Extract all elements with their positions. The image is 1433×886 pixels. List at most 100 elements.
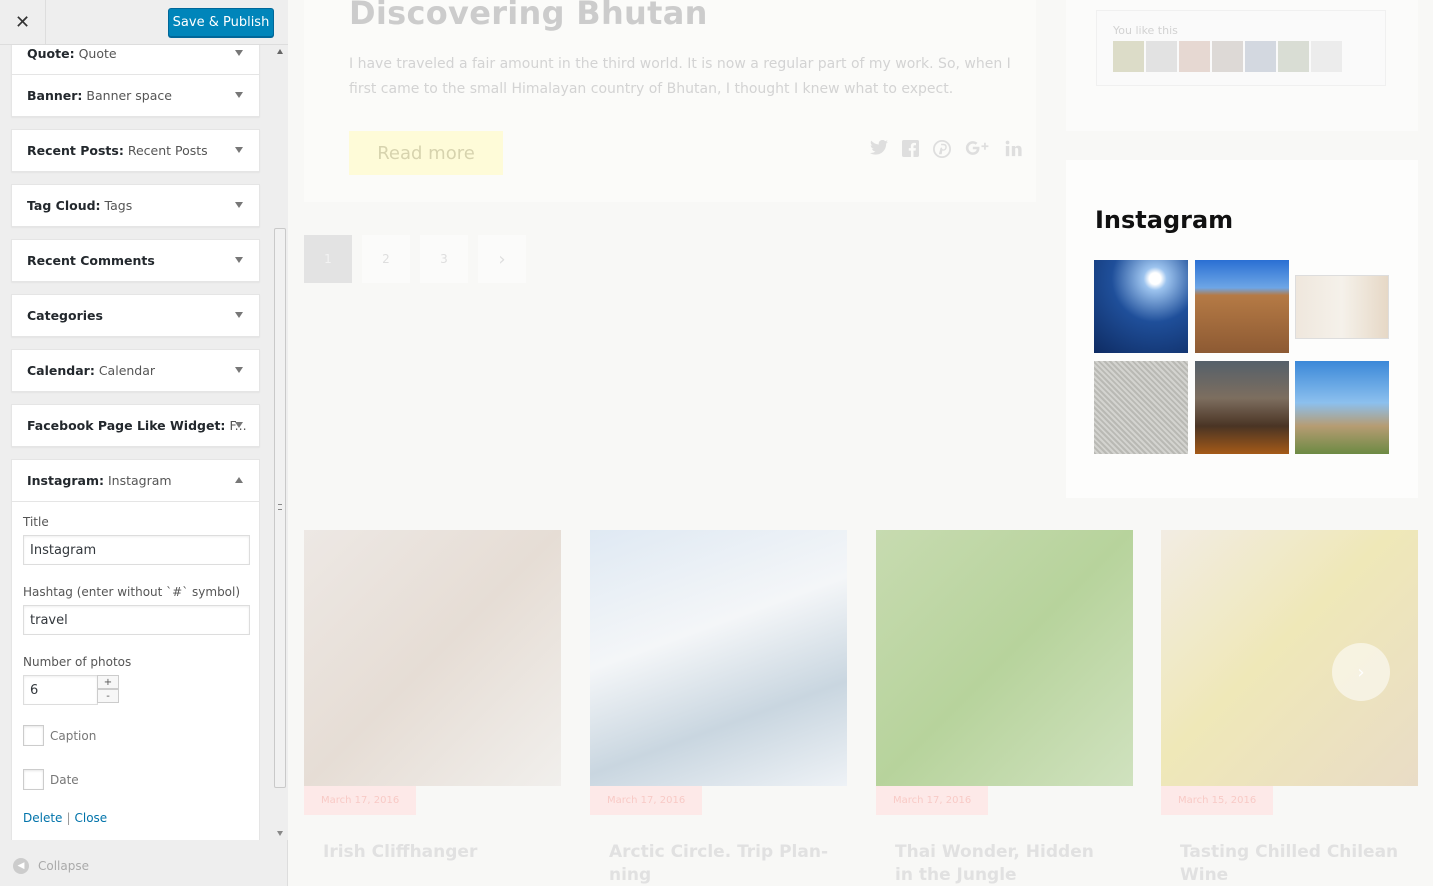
widgets-list: Quote: Quote Banner: Banner space Recent… (0, 45, 272, 840)
post-card-item[interactable]: March 15, 2016 Tasting Chilled Chilean W… (1161, 530, 1418, 886)
title-input[interactable]: Instagram (23, 535, 250, 565)
widget-name: Calendar: (27, 363, 95, 378)
widget-name: Categories (27, 308, 103, 323)
post-card-title[interactable]: Irish Cliffhanger (323, 841, 543, 864)
google-plus-icon[interactable] (965, 140, 991, 162)
hashtag-label: Hashtag (enter without `#` symbol) (23, 585, 241, 599)
title-label: Title (23, 515, 49, 529)
chevron-up-icon[interactable] (235, 477, 243, 483)
number-of-photos-label: Number of photos (23, 655, 132, 669)
widget-title: Quote (78, 46, 117, 61)
pinterest-icon[interactable] (933, 140, 951, 162)
post-card-title[interactable]: Arctic Circle. Trip Plan-ning (609, 841, 829, 886)
sidebar-scrollbar[interactable] (272, 45, 288, 840)
widget-recent-posts[interactable]: Recent Posts: Recent Posts (11, 129, 260, 172)
chevron-down-icon[interactable] (235, 50, 243, 56)
widget-title: Calendar (98, 363, 156, 378)
caption-checkbox[interactable] (23, 725, 44, 746)
facebook-icon[interactable] (902, 140, 919, 162)
widget-calendar[interactable]: Calendar: Calendar (11, 349, 260, 392)
avatar[interactable] (1179, 41, 1210, 72)
read-more-button[interactable]: Read more (349, 131, 503, 175)
instagram-photo-chocolate[interactable] (1195, 361, 1289, 454)
chevron-down-icon[interactable] (235, 257, 243, 263)
widget-name: Recent Posts: (27, 143, 124, 158)
post-thumbnail[interactable] (304, 530, 561, 786)
caption-label: Caption (50, 728, 97, 743)
avatar[interactable] (1146, 41, 1177, 72)
instagram-photo-sprout[interactable] (1094, 361, 1188, 454)
decrement-button[interactable]: - (97, 689, 119, 703)
chevron-down-icon[interactable] (235, 147, 243, 153)
avatar[interactable] (1245, 41, 1276, 72)
page-3-button[interactable]: 3 (420, 235, 468, 283)
post-title[interactable]: Discovering Bhutan (349, 0, 708, 32)
post-card-title[interactable]: Thai Wonder, Hidden in the Jungle (895, 841, 1115, 886)
widget-categories[interactable]: Categories (11, 294, 260, 337)
customizer-sidebar: ✕ Save & Publish Quote: Quote Banner: Ba… (0, 0, 288, 886)
widget-instagram-panel: Instagram: Instagram Title Instagram Has… (11, 459, 260, 840)
close-link[interactable]: Close (74, 811, 107, 825)
widget-name: Quote: (27, 46, 75, 61)
fb-like-label: You like this (1113, 24, 1178, 37)
chevron-down-icon[interactable] (235, 422, 243, 428)
avatar[interactable] (1113, 41, 1144, 72)
post-card-item[interactable]: March 17, 2016 Thai Wonder, Hidden in th… (876, 530, 1133, 886)
avatar[interactable] (1212, 41, 1243, 72)
post-thumbnail[interactable] (590, 530, 847, 786)
scroll-down-arrow-icon[interactable] (277, 831, 283, 836)
twitter-icon[interactable] (870, 139, 888, 162)
hashtag-input[interactable]: travel (23, 605, 250, 635)
post-thumbnail[interactable] (876, 530, 1133, 786)
instagram-photo-church[interactable] (1295, 361, 1389, 454)
post-card-title[interactable]: Tasting Chilled Chilean Wine (1180, 841, 1400, 886)
post-card-item[interactable]: March 17, 2016 Arctic Circle. Trip Plan-… (590, 530, 847, 886)
grip-icon (278, 504, 282, 510)
post-date: March 17, 2016 (876, 786, 989, 815)
date-checkbox[interactable] (23, 769, 44, 790)
chevron-down-icon[interactable] (235, 367, 243, 373)
scrollbar-thumb[interactable] (274, 228, 286, 788)
widget-title: Banner space (86, 88, 172, 103)
avatar[interactable] (1278, 41, 1309, 72)
post-date: March 15, 2016 (1161, 786, 1274, 815)
number-of-photos-input[interactable]: 6 (23, 675, 98, 705)
widget-name: Instagram: (27, 473, 104, 488)
caption-option: Caption (23, 725, 96, 746)
widget-name: Tag Cloud: (27, 198, 101, 213)
pagination: 1 2 3 › (304, 235, 526, 283)
widget-recent-comments[interactable]: Recent Comments (11, 239, 260, 282)
save-publish-button[interactable]: Save & Publish (168, 8, 274, 37)
chevron-down-icon[interactable] (235, 312, 243, 318)
post-card-item[interactable]: March 17, 2016 Irish Cliffhanger (304, 530, 561, 886)
page-1-button[interactable]: 1 (304, 235, 352, 283)
post-date: March 17, 2016 (590, 786, 703, 815)
close-customizer-button[interactable]: ✕ (0, 0, 46, 45)
widget-facebook-page-like[interactable]: Facebook Page Like Widget: F... (11, 404, 260, 447)
instagram-photo-room[interactable] (1295, 275, 1389, 339)
widget-banner[interactable]: Banner: Banner space (11, 74, 260, 117)
instagram-widget: Instagram (1066, 160, 1418, 498)
scroll-up-arrow-icon[interactable] (277, 49, 283, 54)
instagram-photo-aqueduct[interactable] (1195, 260, 1289, 353)
chevron-down-icon[interactable] (235, 92, 243, 98)
instagram-photo-sun[interactable] (1094, 260, 1188, 353)
linkedin-icon[interactable] (1005, 140, 1022, 162)
avatar[interactable] (1311, 41, 1342, 72)
page-2-button[interactable]: 2 (362, 235, 410, 283)
widget-quote[interactable]: Quote: Quote (11, 45, 260, 75)
widget-tag-cloud[interactable]: Tag Cloud: Tags (11, 184, 260, 227)
delete-link[interactable]: Delete (23, 811, 62, 825)
next-page-button[interactable]: › (478, 235, 526, 283)
collapse-sidebar-button[interactable]: ◀ Collapse (0, 845, 288, 886)
facebook-like-box: You like this (1096, 10, 1386, 86)
number-stepper: + - (97, 675, 119, 704)
slider-next-button[interactable]: › (1332, 643, 1390, 701)
widget-instagram-header[interactable]: Instagram: Instagram (12, 460, 259, 502)
widget-name: Banner: (27, 88, 83, 103)
post-date: March 17, 2016 (304, 786, 417, 815)
increment-button[interactable]: + (97, 675, 119, 689)
widget-actions: Delete | Close (23, 811, 107, 825)
chevron-down-icon[interactable] (235, 202, 243, 208)
date-label: Date (50, 772, 79, 787)
